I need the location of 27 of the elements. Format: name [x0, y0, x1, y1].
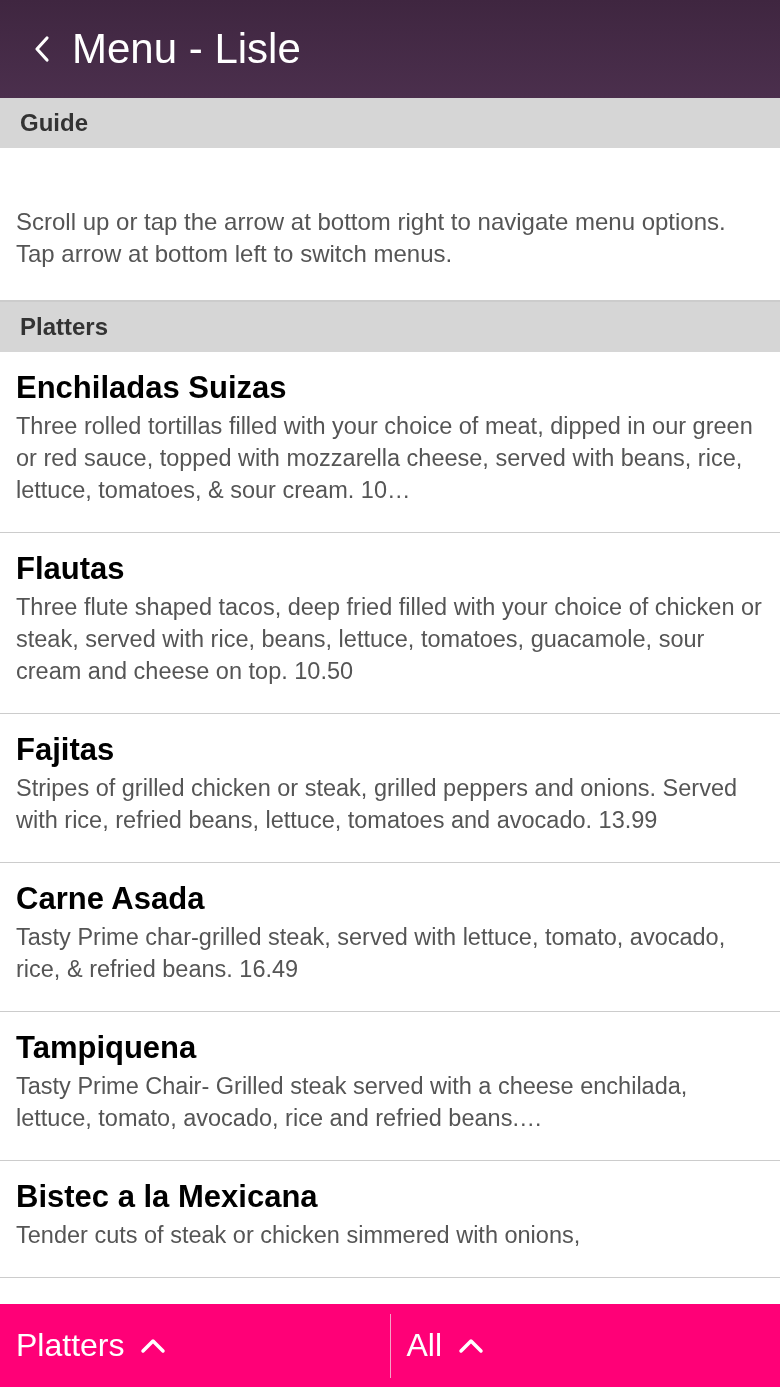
item-name: Flautas — [16, 550, 126, 588]
item-name: Bistec a la Mexicana — [16, 1178, 319, 1216]
header-title: Menu - Lisle — [72, 25, 301, 73]
item-name: Tampiquena — [16, 1029, 198, 1067]
back-icon — [34, 35, 50, 63]
item-description: Tender cuts of steak or chicken simmered with onions, — [16, 1221, 582, 1250]
item-description: Stripes of grilled chicken or steak, grilled peppers and onions. Served with rice, refried beans, lettuce, tomatoes and avocado. 13.99 — [16, 774, 739, 835]
chevron-up-icon — [458, 1337, 485, 1354]
item-description: Three rolled tortillas filled with your choice of meat, dipped in our green or red sauce, topped with mozzarella cheese, served with beans, rice, lettuce, tomatoes, & sour cream. 10… — [16, 412, 754, 505]
section-header: Guide — [0, 98, 780, 148]
menu-switch-button[interactable]: All — [390, 1304, 780, 1387]
back-button[interactable] — [34, 35, 50, 63]
menu-item[interactable]: Bistec a la Mexicana Tender cuts of steak or chicken simmered with onions, — [0, 1161, 780, 1278]
item-name: Carne Asada — [16, 880, 206, 918]
section-header: Platters — [0, 302, 780, 352]
menu-item[interactable]: Carne Asada Tasty Prime char-grilled steak, served with lettuce, tomato, avocado, rice, & refried beans. 16.49 — [0, 863, 780, 1012]
menu-item[interactable]: Flautas Three flute shaped tacos, deep fried filled with your choice of chicken or steak, served with rice, beans, lettuce, tomatoes, guacamole, sour cream and cheese on top. 10.50 — [0, 533, 780, 714]
item-description: Tasty Prime char-grilled steak, served with lettuce, tomato, avocado, rice, & refried beans. 16.49 — [16, 923, 727, 984]
chevron-up-icon — [140, 1337, 167, 1354]
item-name: Fajitas — [16, 731, 116, 769]
item-description: Three flute shaped tacos, deep fried filled with your choice of chicken or steak, served with rice, beans, lettuce, tomatoes, guacamole, sour cream and cheese on top. 10.50 — [16, 593, 763, 686]
item-description: Tasty Prime Chair- Grilled steak served with a cheese enchilada, lettuce, tomato, avocado, rice and refried beans.… — [16, 1072, 689, 1133]
menu-switch-button[interactable]: Platters — [0, 1304, 390, 1387]
item-name: Enchiladas Suizas — [16, 369, 288, 407]
menu-item[interactable]: Fajitas Stripes of grilled chicken or steak, grilled peppers and onions. Served with rice, refried beans, lettuce, tomatoes and avocado. 13.99 — [0, 714, 780, 863]
menu-item[interactable]: Enchiladas Suizas Three rolled tortillas filled with your choice of meat, dipped in our green or red sauce, topped with mozzarella cheese, served with beans, rice, lettuce, tomatoes, & sour cream. 10… — [0, 352, 780, 533]
menu-item[interactable]: Tampiquena Tasty Prime Chair- Grilled steak served with a cheese enchilada, lettuce, tomato, avocado, rice and refried beans.… — [0, 1012, 780, 1161]
